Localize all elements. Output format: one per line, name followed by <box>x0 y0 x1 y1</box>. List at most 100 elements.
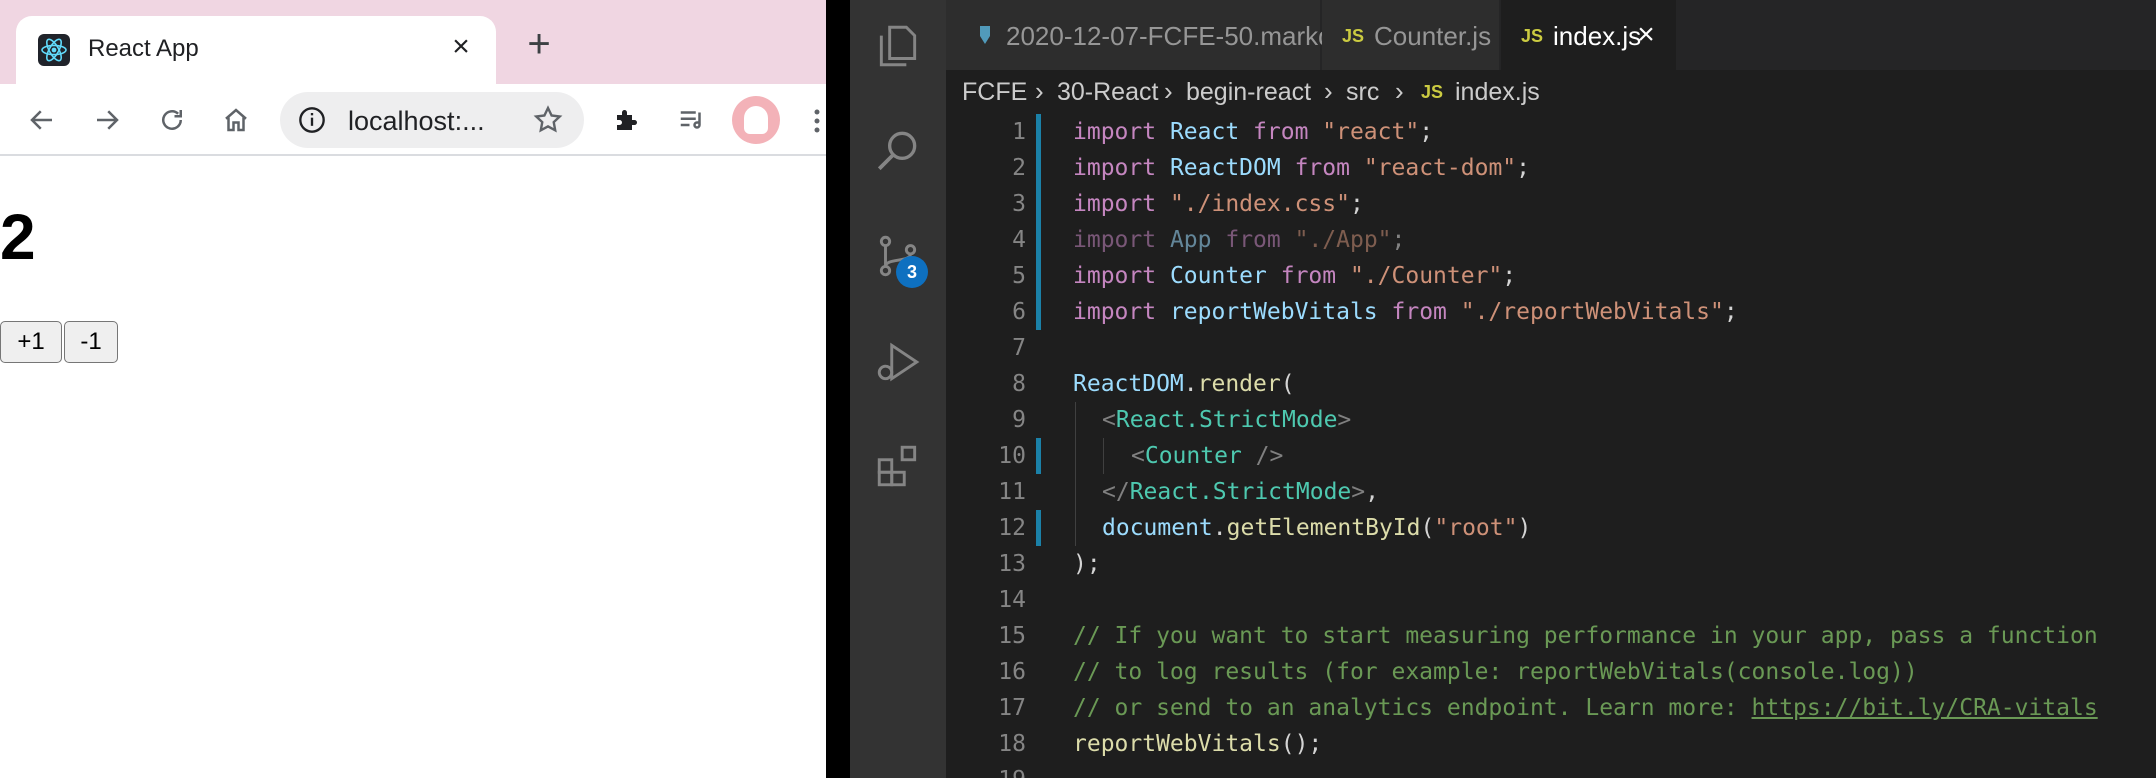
browser-tab-title: React App <box>88 35 199 62</box>
code-line: 8 ReactDOM.render( <box>946 366 2156 402</box>
code-line: 15 // If you want to start measuring per… <box>946 618 2156 654</box>
code-text: import Counter from "./Counter"; <box>1073 263 1517 289</box>
code-text: reportWebVitals(); <box>1073 731 1323 757</box>
breadcrumb: FCFE › 30-React › begin-react › src › JS… <box>946 70 2156 114</box>
editor-tab-label: index.js <box>1553 21 1642 51</box>
editor-tab-label: Counter.js <box>1374 21 1492 51</box>
line-number: 7 <box>1012 335 1026 361</box>
code-text: ); <box>1073 551 1101 577</box>
git-modified-marker <box>1036 222 1041 258</box>
line-number: 12 <box>998 515 1026 541</box>
editor-tab-markdown[interactable]: 2020-12-07-FCFE-50.markdown <box>946 0 1380 70</box>
line-number: 4 <box>1012 227 1026 253</box>
line-number: 2 <box>1012 155 1026 181</box>
code-text: document.getElementById("root") <box>1102 515 1532 541</box>
breadcrumb-item[interactable]: begin-react <box>1186 78 1311 107</box>
vscode-window: 3 2020-12-07-FCFE-50.markdown JS Counter… <box>850 0 2156 778</box>
line-number: 19 <box>946 762 1026 778</box>
comment-link[interactable]: https://bit.ly/CRA-vitals <box>1752 695 2098 721</box>
code-line: 2 import ReactDOM from "react-dom"; <box>946 150 2156 186</box>
breadcrumb-item[interactable]: index.js <box>1455 78 1540 107</box>
indent-guide <box>1075 510 1076 546</box>
explorer-files-icon[interactable] <box>870 18 926 74</box>
editor-tab-counter[interactable]: JS Counter.js <box>1322 0 1500 70</box>
code-text: import App from "./App"; <box>1073 227 1406 253</box>
indent-guide <box>1103 438 1104 474</box>
react-logo-icon <box>38 34 70 66</box>
decrement-button[interactable]: -1 <box>64 321 118 363</box>
profile-avatar[interactable] <box>732 96 780 144</box>
code-line: 1 import React from "react"; <box>946 114 2156 150</box>
git-modified-marker <box>1036 258 1041 294</box>
breadcrumb-item[interactable]: FCFE <box>962 78 1027 107</box>
close-tab-icon[interactable]: × <box>442 28 480 66</box>
indent-guide <box>1075 438 1076 474</box>
counter-value: 2 <box>0 201 36 273</box>
code-text: import React from "react"; <box>1073 119 1434 145</box>
line-number: 13 <box>998 551 1026 577</box>
code-text: <React.StrictMode> <box>1102 407 1352 433</box>
code-comment: // If you want to start measuring perfor… <box>1073 623 2098 649</box>
line-number: 15 <box>998 623 1026 649</box>
code-line: 3 import "./index.css"; <box>946 186 2156 222</box>
browser-tab[interactable]: React App × <box>16 16 496 84</box>
code-line: 4 import App from "./App"; <box>946 222 2156 258</box>
line-number: 11 <box>998 479 1026 505</box>
line-number: 5 <box>1012 263 1026 289</box>
code-comment: // to log results (for example: reportWe… <box>1073 659 1918 685</box>
code-text: import "./index.css"; <box>1073 191 1364 217</box>
code-text: import reportWebVitals from "./reportWeb… <box>1073 299 1738 325</box>
indent-guide <box>1075 474 1076 510</box>
editor-tab-index[interactable]: JS index.js × <box>1501 0 1677 70</box>
code-line: 17 // or send to an analytics endpoint. … <box>946 690 2156 726</box>
git-modified-marker <box>1036 510 1041 546</box>
indent-guide <box>1075 402 1076 438</box>
code-text: </React.StrictMode>, <box>1102 479 1379 505</box>
chevron-right-icon: › <box>1164 76 1173 106</box>
line-number: 14 <box>998 587 1026 613</box>
extensions-puzzle-icon[interactable] <box>605 98 649 142</box>
site-info-icon[interactable] <box>298 106 326 134</box>
code-line: 16 // to log results (for example: repor… <box>946 654 2156 690</box>
media-control-icon[interactable] <box>670 98 714 142</box>
line-number: 1 <box>1012 119 1026 145</box>
reload-icon[interactable] <box>150 98 194 142</box>
code-line: 11 </React.StrictMode>, <box>946 474 2156 510</box>
back-arrow-icon[interactable] <box>20 98 64 142</box>
code-text: import ReactDOM from "react-dom"; <box>1073 155 1530 181</box>
code-text: <Counter /> <box>1131 443 1284 469</box>
line-number: 8 <box>1012 371 1026 397</box>
bookmark-star-icon[interactable] <box>532 104 564 136</box>
activity-bar: 3 <box>850 0 946 778</box>
code-line: 9 <React.StrictMode> <box>946 402 2156 438</box>
window-divider <box>826 0 850 778</box>
new-tab-button[interactable]: + <box>520 24 558 64</box>
code-line: 10 <Counter /> <box>946 438 2156 474</box>
chevron-right-icon: › <box>1035 76 1044 106</box>
code-comment: // or send to an analytics endpoint. Lea… <box>1073 695 2098 721</box>
search-icon[interactable] <box>870 122 926 178</box>
code-editor[interactable]: 1 import React from "react"; 2 import Re… <box>946 114 2156 778</box>
forward-arrow-icon[interactable] <box>85 98 129 142</box>
breadcrumb-item[interactable]: src <box>1346 78 1379 107</box>
line-number: 9 <box>1012 407 1026 433</box>
browser-window: React App × + localhost:... 2 +1 -1 <box>0 0 826 778</box>
browser-toolbar: localhost:... <box>0 84 826 156</box>
git-modified-marker <box>1036 114 1041 150</box>
run-debug-icon[interactable] <box>870 334 926 390</box>
more-menu-icon[interactable] <box>808 108 826 134</box>
close-tab-icon[interactable]: × <box>1629 18 1663 52</box>
address-bar[interactable]: localhost:... <box>280 92 584 148</box>
breadcrumb-item[interactable]: 30-React <box>1057 78 1158 107</box>
line-number: 3 <box>1012 191 1026 217</box>
chevron-right-icon: › <box>1395 76 1404 106</box>
editor-tab-bar: 2020-12-07-FCFE-50.markdown JS Counter.j… <box>946 0 2156 70</box>
home-icon[interactable] <box>214 98 258 142</box>
extensions-icon[interactable] <box>870 438 926 494</box>
git-modified-marker <box>1036 186 1041 222</box>
code-line: 5 import Counter from "./Counter"; <box>946 258 2156 294</box>
code-line: 14 <box>946 582 2156 618</box>
increment-button[interactable]: +1 <box>0 321 62 363</box>
code-text: ReactDOM.render( <box>1073 371 1295 397</box>
markdown-icon <box>980 26 990 44</box>
